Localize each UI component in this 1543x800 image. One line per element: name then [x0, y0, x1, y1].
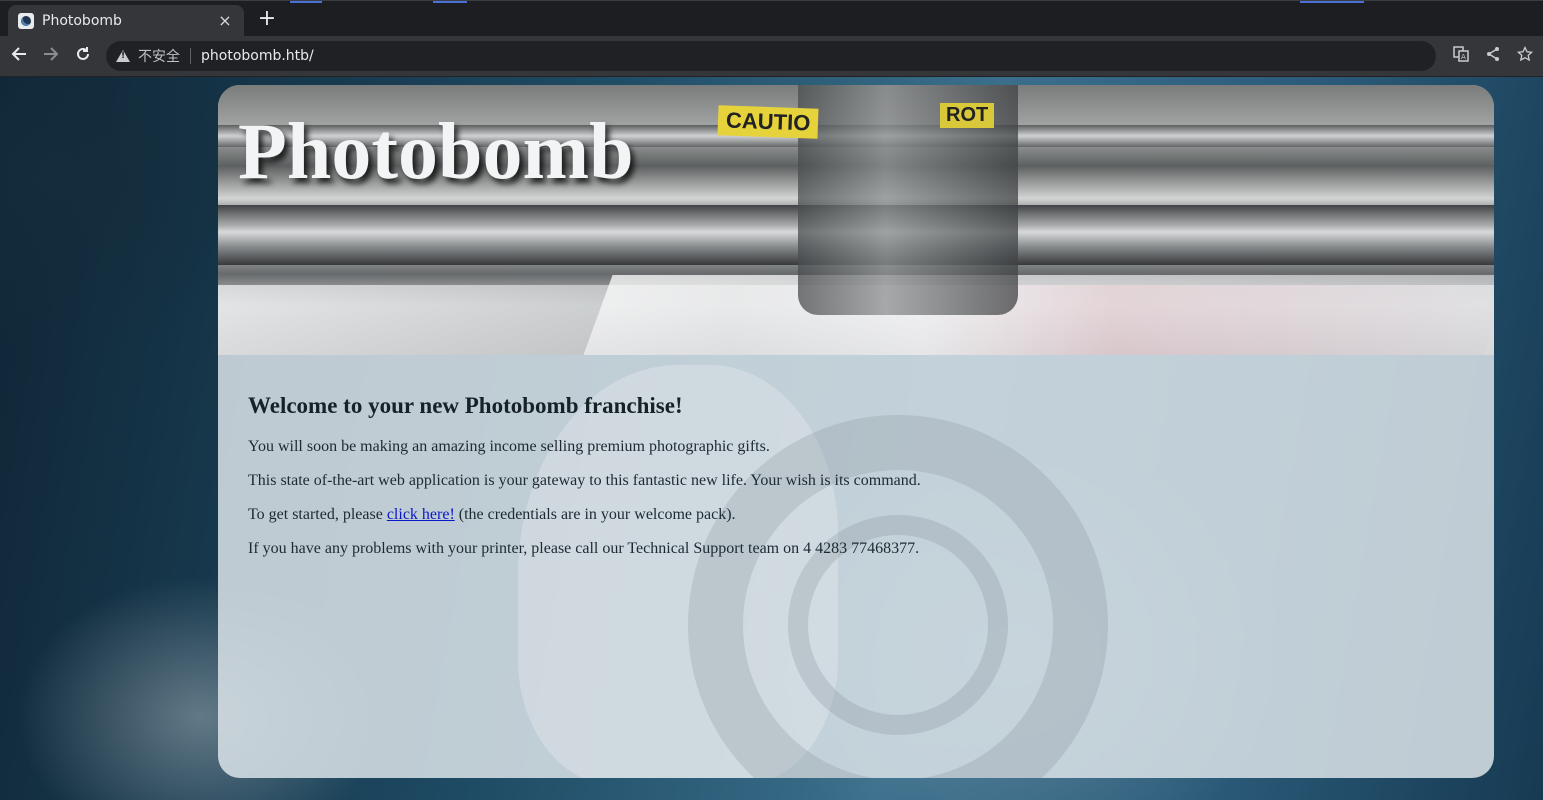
paragraph-get-started: To get started, please click here! (the … [248, 505, 1448, 524]
paragraph-support: If you have any problems with your print… [248, 540, 920, 557]
page-content: Welcome to your new Photobomb franchise!… [248, 393, 1448, 573]
tab-strip-accent [433, 1, 467, 3]
main-container: CAUTIO ROT Photobomb Welcome to your new… [218, 85, 1494, 778]
tab-title: Photobomb [42, 13, 122, 29]
address-separator [190, 48, 191, 64]
banner-paper [583, 275, 1494, 355]
reload-icon[interactable] [72, 45, 94, 67]
credentials-text: (the credentials are in your welcome pac… [454, 506, 736, 523]
page-viewport: CAUTIO ROT Photobomb Welcome to your new… [0, 77, 1543, 800]
browser-tab[interactable]: Photobomb × [8, 5, 244, 37]
star-icon[interactable] [1515, 45, 1535, 66]
paragraph-income: You will soon be making an amazing incom… [248, 438, 770, 455]
get-started-text: To get started, please [248, 506, 387, 523]
tab-strip: Photobomb × + [0, 0, 1543, 37]
plus-icon[interactable]: + [256, 8, 278, 30]
svg-text:A: A [1461, 53, 1466, 61]
tab-strip-accent [1300, 1, 1364, 3]
welcome-heading: Welcome to your new Photobomb franchise! [248, 393, 683, 418]
browser-toolbar: 不安全 photobomb.htb/ A [0, 36, 1543, 77]
translate-icon[interactable]: A [1451, 46, 1471, 66]
security-label[interactable]: 不安全 [138, 46, 180, 66]
click-here-link[interactable]: click here! [387, 506, 455, 523]
address-bar[interactable]: 不安全 photobomb.htb/ [106, 41, 1436, 71]
close-icon[interactable]: × [216, 12, 234, 30]
header-banner: CAUTIO ROT Photobomb [218, 85, 1494, 355]
share-icon[interactable] [1483, 46, 1503, 66]
tab-strip-accent [290, 1, 322, 3]
back-icon[interactable] [8, 45, 30, 67]
rot-sign: ROT [940, 103, 995, 128]
site-title: Photobomb [238, 108, 634, 196]
warning-icon [116, 50, 130, 62]
url-text[interactable]: photobomb.htb/ [201, 48, 314, 64]
favicon-icon [18, 13, 34, 29]
forward-icon[interactable] [40, 45, 62, 67]
paragraph-gateway: This state of-the-art web application is… [248, 472, 921, 489]
caution-sign: CAUTIO [717, 105, 819, 139]
